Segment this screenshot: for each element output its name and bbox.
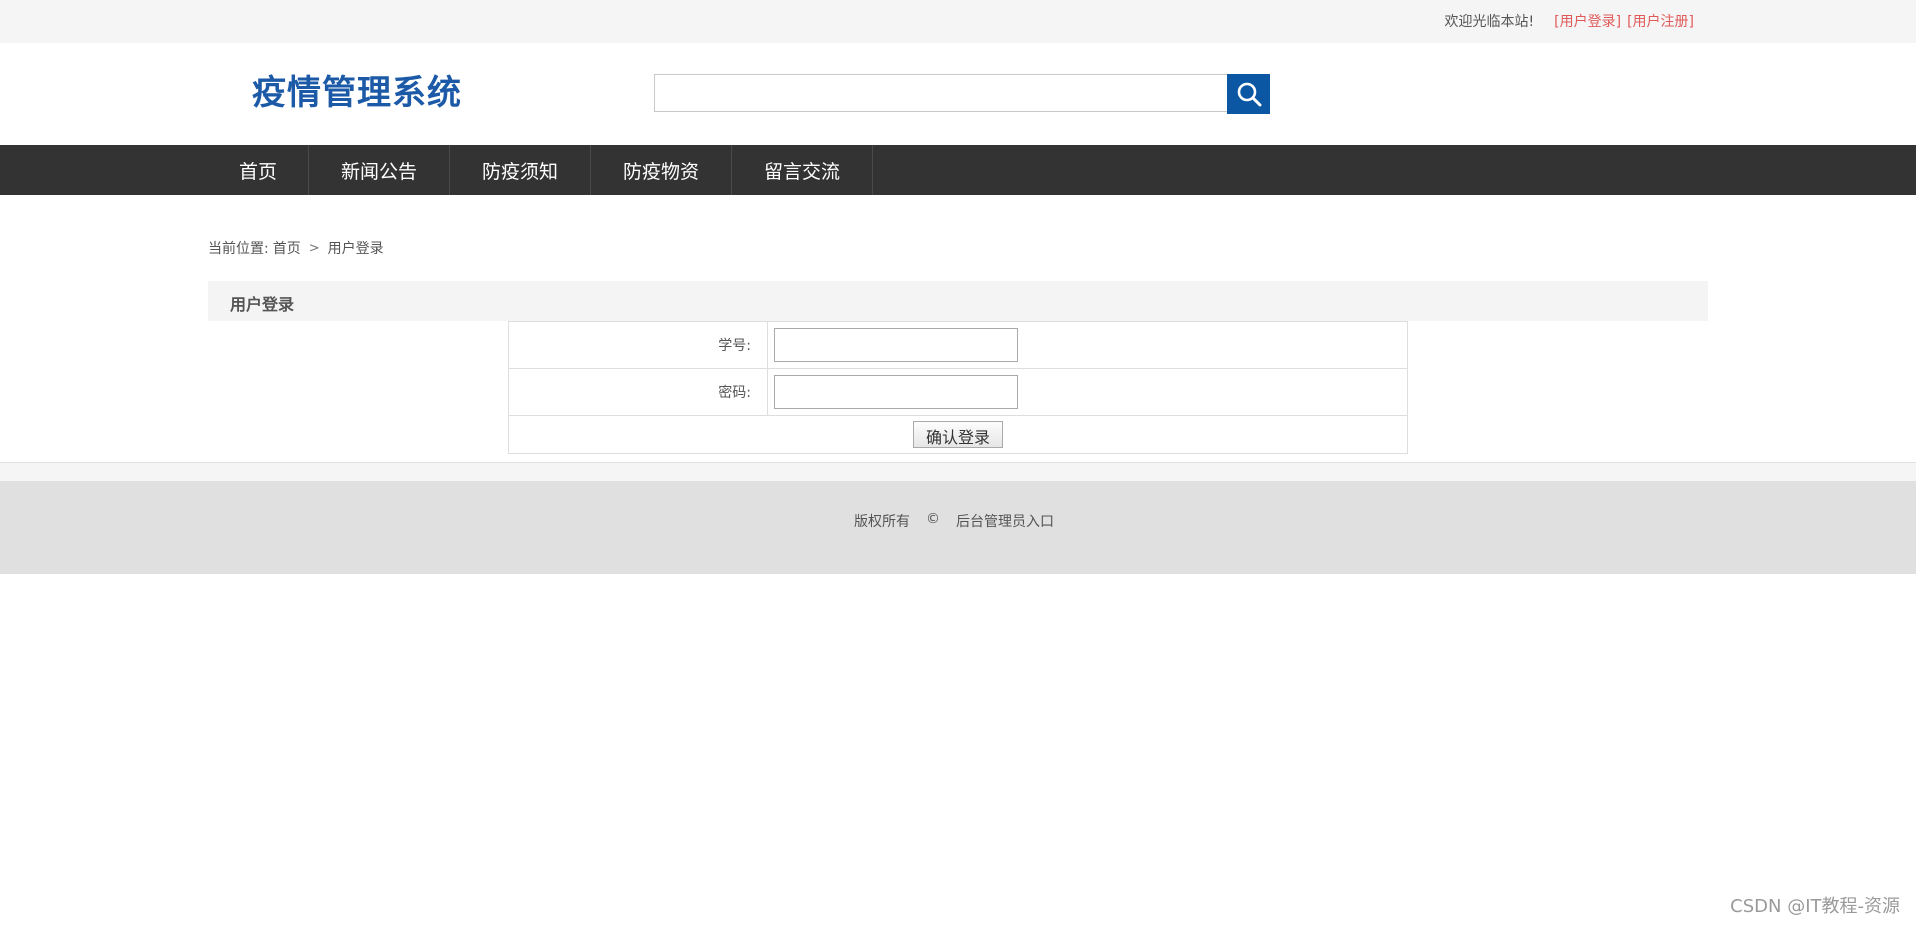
search-icon: [1237, 82, 1261, 107]
register-link[interactable]: [用户注册]: [1627, 13, 1694, 31]
breadcrumb-separator: >: [308, 240, 320, 256]
nav-item-news[interactable]: 新闻公告: [309, 145, 450, 195]
top-bar-links: 欢迎光临本站! [用户登录] [用户注册]: [1445, 13, 1695, 31]
password-label: 密码:: [508, 368, 768, 416]
watermark: CSDN @IT教程-资源: [1730, 896, 1900, 917]
footer: 版权所有 © 后台管理员入口: [0, 481, 1916, 574]
footer-divider: [0, 462, 1916, 482]
login-link[interactable]: [用户登录]: [1554, 13, 1621, 31]
breadcrumb-home[interactable]: 首页: [273, 238, 301, 258]
panel-header: 用户登录: [208, 281, 1708, 321]
site-logo[interactable]: 疫情管理系统: [252, 73, 462, 113]
nav-item-guidelines[interactable]: 防疫须知: [450, 145, 591, 195]
breadcrumb-prefix: 当前位置:: [208, 241, 269, 257]
welcome-text: 欢迎光临本站!: [1444, 14, 1535, 30]
breadcrumb: 当前位置: 首页 > 用户登录: [208, 238, 384, 258]
student-id-input[interactable]: [774, 328, 1018, 362]
admin-entry-link[interactable]: 后台管理员入口: [956, 511, 1054, 531]
panel-title: 用户登录: [230, 295, 295, 314]
nav-item-supplies[interactable]: 防疫物资: [591, 145, 732, 195]
password-input[interactable]: [774, 375, 1018, 409]
confirm-login-button[interactable]: 确认登录: [912, 421, 1003, 448]
nav-item-home[interactable]: 首页: [208, 145, 309, 195]
student-id-label: 学号:: [508, 321, 768, 369]
copyright-text: 版权所有: [854, 514, 910, 530]
breadcrumb-current: 用户登录: [327, 241, 384, 257]
search-button[interactable]: [1227, 74, 1270, 114]
login-form: 学号: 密码: 确认登录: [508, 321, 1408, 454]
password-row: 密码:: [508, 368, 1408, 416]
main-nav: 首页 新闻公告 防疫须知 防疫物资 留言交流: [0, 145, 1916, 195]
search-input[interactable]: [654, 74, 1227, 112]
copyright-symbol: ©: [926, 511, 940, 527]
search-bar: [654, 74, 1270, 114]
submit-row: 确认登录: [508, 415, 1408, 454]
nav-item-messages[interactable]: 留言交流: [732, 145, 873, 195]
top-bar: 欢迎光临本站! [用户登录] [用户注册]: [0, 0, 1916, 43]
header: 疫情管理系统: [0, 43, 1916, 145]
student-id-row: 学号:: [508, 321, 1408, 369]
